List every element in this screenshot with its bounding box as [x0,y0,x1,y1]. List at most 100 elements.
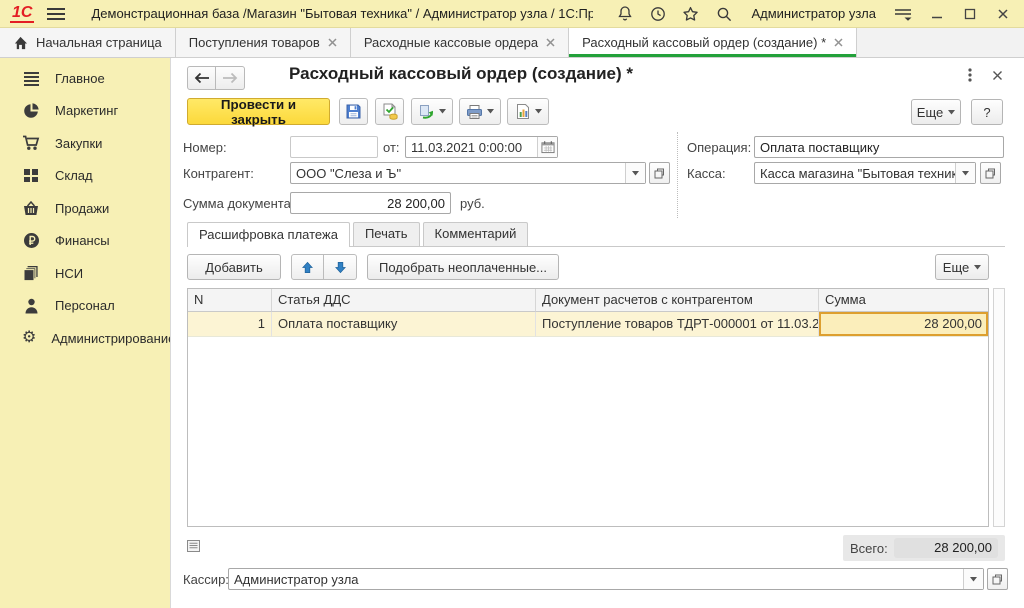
close-form-icon[interactable] [988,66,1006,84]
counterparty-input[interactable]: ООО "Слеза и Ъ" [290,162,646,184]
tab-close-icon[interactable] [834,38,843,47]
table-scrollbar-track[interactable] [993,288,1005,527]
pick-unpaid-button[interactable]: Подобрать неоплаченные... [367,254,559,280]
dropdown-icon[interactable] [625,163,645,183]
operation-input[interactable]: Оплата поставщику [754,136,1004,158]
save-button[interactable] [339,98,368,125]
sidebar-item-marketing[interactable]: Маркетинг [0,95,170,128]
tab-close-icon[interactable] [546,38,555,47]
tab-cash-expense-orders[interactable]: Расходные кассовые ордера [351,28,569,57]
tab-label: Поступления товаров [189,35,320,50]
number-label: Номер: [183,140,227,155]
form-cash-expense-order: Расходный кассовый ордер (создание) * Пр… [170,58,1024,608]
column-header-amount[interactable]: Сумма [819,289,988,312]
cell-amount-selected[interactable]: 28 200,00 [819,312,988,337]
tab-payment-breakdown[interactable]: Расшифровка платежа [187,222,350,247]
arrow-up-icon [301,261,314,274]
sidebar-item-nsi[interactable]: НСИ [0,257,170,290]
sidebar-item-administration[interactable]: ⚙ Администрирование [0,322,170,355]
date-input[interactable]: 11.03.2021 0:00:00 [405,136,558,158]
minimize-icon[interactable] [925,3,948,25]
post-document-button[interactable] [375,98,404,125]
move-up-button[interactable] [291,254,324,280]
cashbox-open-icon[interactable] [980,162,1001,184]
forward-button[interactable] [216,66,245,90]
reports-button[interactable] [507,98,549,125]
column-header-n[interactable]: N [188,289,272,312]
sidebar-item-label: Маркетинг [55,103,118,118]
cashbox-input[interactable]: Касса магазина "Бытовая техника" [754,162,976,184]
sidebar-item-sales[interactable]: Продажи [0,192,170,225]
tab-comment[interactable]: Комментарий [423,222,529,246]
amount-input[interactable]: 28 200,00 [290,192,451,214]
current-user[interactable]: Администратор узла [751,6,876,21]
cashier-input[interactable]: Администратор узла [228,568,984,590]
currency-label: руб. [460,196,485,211]
search-icon[interactable] [712,3,735,25]
comment-icon[interactable] [187,540,200,552]
cashbox-label: Касса: [687,166,726,181]
notifications-bell-icon[interactable] [613,3,636,25]
create-based-on-button[interactable] [411,98,453,125]
sidebar-item-warehouse[interactable]: Склад [0,160,170,193]
tab-cash-expense-order-new[interactable]: Расходный кассовый ордер (создание) * [569,28,857,57]
post-document-icon [382,103,398,120]
post-and-close-label: Провести и закрыть [202,97,315,127]
sidebar-item-main[interactable]: Главное [0,62,170,95]
payment-breakdown-table: N Статья ДДС Документ расчетов с контраг… [187,288,989,527]
favorites-star-icon[interactable] [679,3,702,25]
sidebar-item-label: Финансы [55,233,110,248]
dropdown-icon[interactable] [955,163,975,183]
cell-n[interactable]: 1 [188,312,272,337]
back-button[interactable] [187,66,216,90]
cell-document[interactable]: Поступление товаров ТДРТ-000001 от 11.03… [536,312,819,337]
column-header-document[interactable]: Документ расчетов с контрагентом [536,289,819,312]
tab-home-page[interactable]: Начальная страница [0,28,176,57]
counterparty-open-icon[interactable] [649,162,670,184]
cashier-open-icon[interactable] [987,568,1008,590]
sidebar-item-label: Администрирование [51,331,175,346]
history-nav-group [187,66,245,90]
floppy-save-icon [345,103,362,120]
print-button[interactable] [459,98,501,125]
1c-logo-icon: 1С [10,5,34,23]
sidebar-item-label: Главное [55,71,105,86]
tab-print[interactable]: Печать [353,222,420,246]
more-actions-button[interactable]: Еще [911,99,961,125]
view-settings-icon[interactable] [892,3,915,25]
more-label: Еще [943,260,969,275]
tab-close-icon[interactable] [328,38,337,47]
printer-icon [466,104,483,120]
main-menu-hamburger-icon[interactable] [44,3,67,25]
arrow-down-icon [334,261,347,274]
pick-unpaid-label: Подобрать неоплаченные... [379,260,547,275]
operation-value: Оплата поставщику [760,140,879,155]
total-panel: Всего: 28 200,00 [843,535,1005,561]
history-icon[interactable] [646,3,669,25]
sidebar-item-label: Склад [55,168,93,183]
kebab-menu-icon[interactable] [961,66,979,84]
section-sidebar: Главное Маркетинг Закупки Склад Продажи … [0,58,170,608]
number-input[interactable] [290,136,378,158]
table-row[interactable]: 1 Оплата поставщику Поступление товаров … [188,312,988,337]
basket-icon [22,201,40,216]
add-row-button[interactable]: Добавить [187,254,281,280]
sidebar-item-purchases[interactable]: Закупки [0,127,170,160]
forward-arrow-icon [222,72,238,84]
move-down-button[interactable] [324,254,357,280]
sidebar-item-personnel[interactable]: Персонал [0,290,170,323]
sidebar-item-label: Закупки [55,136,102,151]
person-icon [22,298,40,314]
tab-goods-receipts[interactable]: Поступления товаров [176,28,351,57]
post-and-close-button[interactable]: Провести и закрыть [187,98,330,125]
calendar-icon[interactable] [537,137,557,157]
gear-icon: ⚙ [22,330,36,346]
close-window-icon[interactable] [991,3,1014,25]
maximize-icon[interactable] [958,3,981,25]
cell-article[interactable]: Оплата поставщику [272,312,536,337]
dropdown-icon[interactable] [963,569,983,589]
sidebar-item-finance[interactable]: Финансы [0,225,170,258]
column-header-article[interactable]: Статья ДДС [272,289,536,312]
table-more-button[interactable]: Еще [935,254,989,280]
help-button[interactable]: ? [971,99,1003,125]
